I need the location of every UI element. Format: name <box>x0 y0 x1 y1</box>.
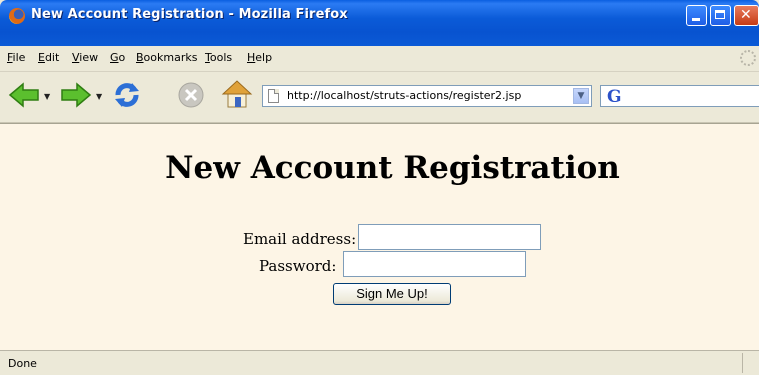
back-dropdown-icon[interactable]: ▼ <box>44 92 50 101</box>
url-dropdown-icon[interactable]: ▼ <box>573 88 589 104</box>
home-icon[interactable] <box>220 78 254 110</box>
firefox-logo-icon <box>9 8 25 24</box>
email-label: Email address: <box>243 230 357 248</box>
back-icon[interactable] <box>8 81 40 109</box>
menu-bar: File Edit View Go Bookmarks Tools Help <box>0 46 759 72</box>
menu-bookmarks[interactable]: Bookmarks <box>136 51 197 64</box>
browser-window: New Account Registration - Mozilla Firef… <box>0 0 759 375</box>
menu-edit[interactable]: Edit <box>38 51 59 64</box>
menu-help[interactable]: Help <box>247 51 272 64</box>
title-bar: New Account Registration - Mozilla Firef… <box>0 0 759 46</box>
page-icon <box>268 89 279 103</box>
page-title: New Account Registration <box>165 150 620 186</box>
maximize-button[interactable] <box>710 5 731 26</box>
password-field[interactable] <box>343 251 526 277</box>
menu-view[interactable]: View <box>72 51 98 64</box>
minimize-button[interactable] <box>686 5 707 26</box>
menu-tools[interactable]: Tools <box>205 51 232 64</box>
menu-go[interactable]: Go <box>110 51 125 64</box>
stop-icon[interactable] <box>177 81 205 109</box>
password-label: Password: <box>259 257 337 275</box>
url-text[interactable]: http://localhost/struts-actions/register… <box>287 89 521 102</box>
forward-dropdown-icon[interactable]: ▼ <box>96 92 102 101</box>
menu-file[interactable]: File <box>7 51 25 64</box>
window-title: New Account Registration - Mozilla Firef… <box>31 7 348 22</box>
status-bar: Done <box>0 350 759 375</box>
status-text: Done <box>8 357 37 370</box>
search-box[interactable]: G <box>600 85 759 107</box>
google-icon[interactable]: G <box>607 87 622 107</box>
close-button[interactable] <box>734 5 759 26</box>
sign-up-button[interactable]: Sign Me Up! <box>333 283 451 305</box>
reload-icon[interactable] <box>112 80 142 110</box>
page-content: New Account Registration Email address: … <box>0 123 759 351</box>
address-bar[interactable]: http://localhost/struts-actions/register… <box>262 85 592 107</box>
navigation-toolbar: ▼ ▼ http://localhost/struts-actions/regi… <box>0 72 759 123</box>
throbber-icon <box>740 50 756 66</box>
email-field[interactable] <box>358 224 541 250</box>
status-divider <box>742 353 743 373</box>
forward-icon[interactable] <box>60 81 92 109</box>
